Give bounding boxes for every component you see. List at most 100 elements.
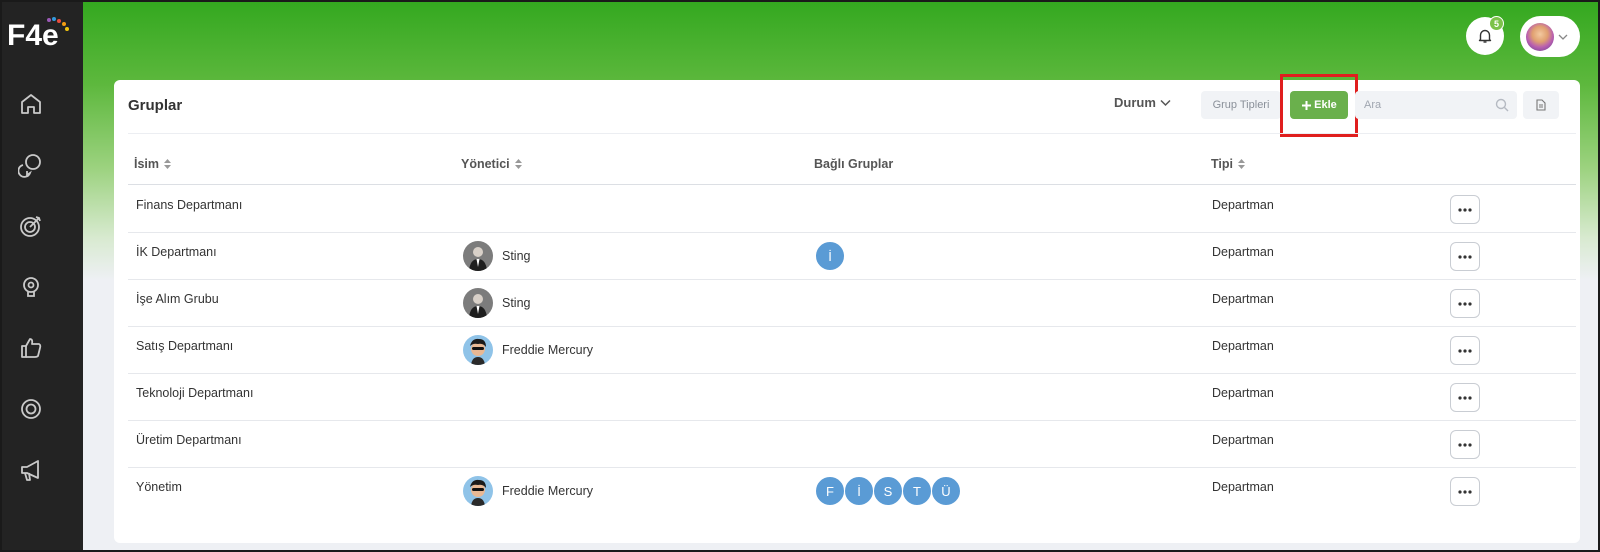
row-actions-button[interactable] [1450, 195, 1480, 224]
row-actions-button[interactable] [1450, 289, 1480, 318]
target-icon [20, 216, 41, 237]
group-name[interactable]: Yönetim [136, 480, 182, 494]
status-filter-dropdown[interactable]: Durum [1114, 95, 1171, 110]
group-name[interactable]: Finans Departmanı [136, 198, 242, 212]
settings-icon [21, 399, 41, 419]
export-button[interactable] [1523, 91, 1559, 119]
bell-icon [1478, 29, 1492, 43]
highlight-box [1280, 74, 1358, 137]
group-chip[interactable]: T [902, 476, 932, 506]
sidebar-item-goals[interactable] [16, 211, 46, 241]
row-actions-button[interactable] [1450, 477, 1480, 506]
group-chip[interactable]: Ü [931, 476, 961, 506]
table-row[interactable]: Üretim Departmanı Departman [128, 421, 1576, 468]
sort-icon [1238, 159, 1245, 169]
page-title: Gruplar [128, 97, 183, 114]
column-label: Bağlı Gruplar [814, 157, 894, 171]
chevron-down-icon [1160, 99, 1171, 107]
column-header-manager[interactable]: Yönetici [461, 157, 522, 171]
sort-icon [164, 159, 172, 169]
column-header-type[interactable]: Tipi [1211, 157, 1245, 171]
group-type: Departman [1212, 198, 1274, 212]
group-chip[interactable]: İ [815, 241, 845, 271]
table-row[interactable]: İşe Alım Grubu Sting Departman [128, 280, 1576, 327]
group-type: Departman [1212, 245, 1274, 259]
sort-icon [514, 159, 522, 169]
search-icon[interactable] [1495, 98, 1509, 112]
sidebar-item-settings[interactable] [16, 394, 46, 424]
manager-cell[interactable]: Freddie Mercury [463, 476, 593, 506]
manager-name: Sting [502, 249, 531, 263]
column-label: Tipi [1211, 157, 1233, 171]
profile-menu[interactable] [1520, 16, 1580, 57]
more-horizontal-icon [1458, 254, 1472, 259]
f4e-logo[interactable]: F4e [7, 12, 73, 52]
group-type: Departman [1212, 480, 1274, 494]
lightbulb-icon [23, 277, 39, 297]
avatar [1526, 22, 1554, 51]
table-row[interactable]: Finans Departmanı Departman [128, 186, 1576, 233]
chevron-down-icon [1558, 34, 1568, 40]
sidebar-item-conversations[interactable] [16, 150, 46, 180]
row-actions-button[interactable] [1450, 383, 1480, 412]
group-type: Departman [1212, 433, 1274, 447]
sidebar-item-ideas[interactable] [16, 272, 46, 302]
svg-text:F4e: F4e [7, 19, 59, 52]
group-type: Departman [1212, 339, 1274, 353]
sidebar-item-feedback[interactable] [16, 333, 46, 363]
table-row[interactable]: Teknoloji Departmanı Departman [128, 374, 1576, 421]
more-horizontal-icon [1458, 489, 1472, 494]
megaphone-icon [21, 460, 39, 481]
thumbs-up-icon [21, 338, 42, 358]
divider [128, 133, 1576, 134]
group-chip[interactable]: İ [844, 476, 874, 506]
search-input[interactable] [1355, 91, 1485, 119]
group-types-button[interactable]: Grup Tipleri [1201, 91, 1281, 119]
home-icon [21, 94, 41, 114]
group-name[interactable]: Satış Departmanı [136, 339, 233, 353]
sidebar-item-home[interactable] [16, 89, 46, 119]
manager-cell[interactable]: Sting [463, 288, 531, 318]
manager-cell[interactable]: Sting [463, 241, 531, 271]
avatar [463, 335, 493, 365]
manager-cell[interactable]: Freddie Mercury [463, 335, 593, 365]
column-header-linked-groups: Bağlı Gruplar [814, 157, 893, 171]
manager-name: Freddie Mercury [502, 343, 593, 357]
group-name[interactable]: Üretim Departmanı [136, 433, 242, 447]
group-type: Departman [1212, 292, 1274, 306]
avatar [463, 476, 493, 506]
group-chip[interactable]: S [873, 476, 903, 506]
document-icon [1536, 99, 1546, 111]
avatar [463, 288, 493, 318]
table-row[interactable]: Yönetim Freddie Mercury F İ S T Ü Depart… [128, 468, 1576, 515]
avatar [463, 241, 493, 271]
linked-groups: F İ S T Ü [815, 476, 961, 506]
row-actions-button[interactable] [1450, 430, 1480, 459]
more-horizontal-icon [1458, 348, 1472, 353]
table-row[interactable]: İK Departmanı Sting İ Departman [128, 233, 1576, 280]
chat-bubbles-icon [18, 154, 41, 178]
group-name[interactable]: İşe Alım Grubu [136, 292, 219, 306]
table-row[interactable]: Satış Departmanı Freddie Mercury Departm… [128, 327, 1576, 374]
more-horizontal-icon [1458, 207, 1472, 212]
linked-groups: İ [815, 241, 845, 271]
sidebar-item-announcements[interactable] [16, 455, 46, 485]
search-box [1355, 91, 1517, 119]
row-actions-button[interactable] [1450, 242, 1480, 271]
group-chip[interactable]: F [815, 476, 845, 506]
group-name[interactable]: İK Departmanı [136, 245, 217, 259]
group-type: Departman [1212, 386, 1274, 400]
more-horizontal-icon [1458, 301, 1472, 306]
more-horizontal-icon [1458, 442, 1472, 447]
manager-name: Freddie Mercury [502, 484, 593, 498]
column-label: İsim [134, 157, 160, 171]
more-horizontal-icon [1458, 395, 1472, 400]
column-label: Yönetici [461, 157, 510, 171]
row-actions-button[interactable] [1450, 336, 1480, 365]
manager-name: Sting [502, 296, 531, 310]
sidebar: F4e [0, 0, 83, 552]
column-header-name[interactable]: İsim [134, 157, 172, 171]
groups-card: Gruplar Durum Grup Tipleri Ekle İsim Yön… [114, 74, 1580, 543]
notification-count-badge: 5 [1489, 16, 1504, 31]
group-name[interactable]: Teknoloji Departmanı [136, 386, 253, 400]
